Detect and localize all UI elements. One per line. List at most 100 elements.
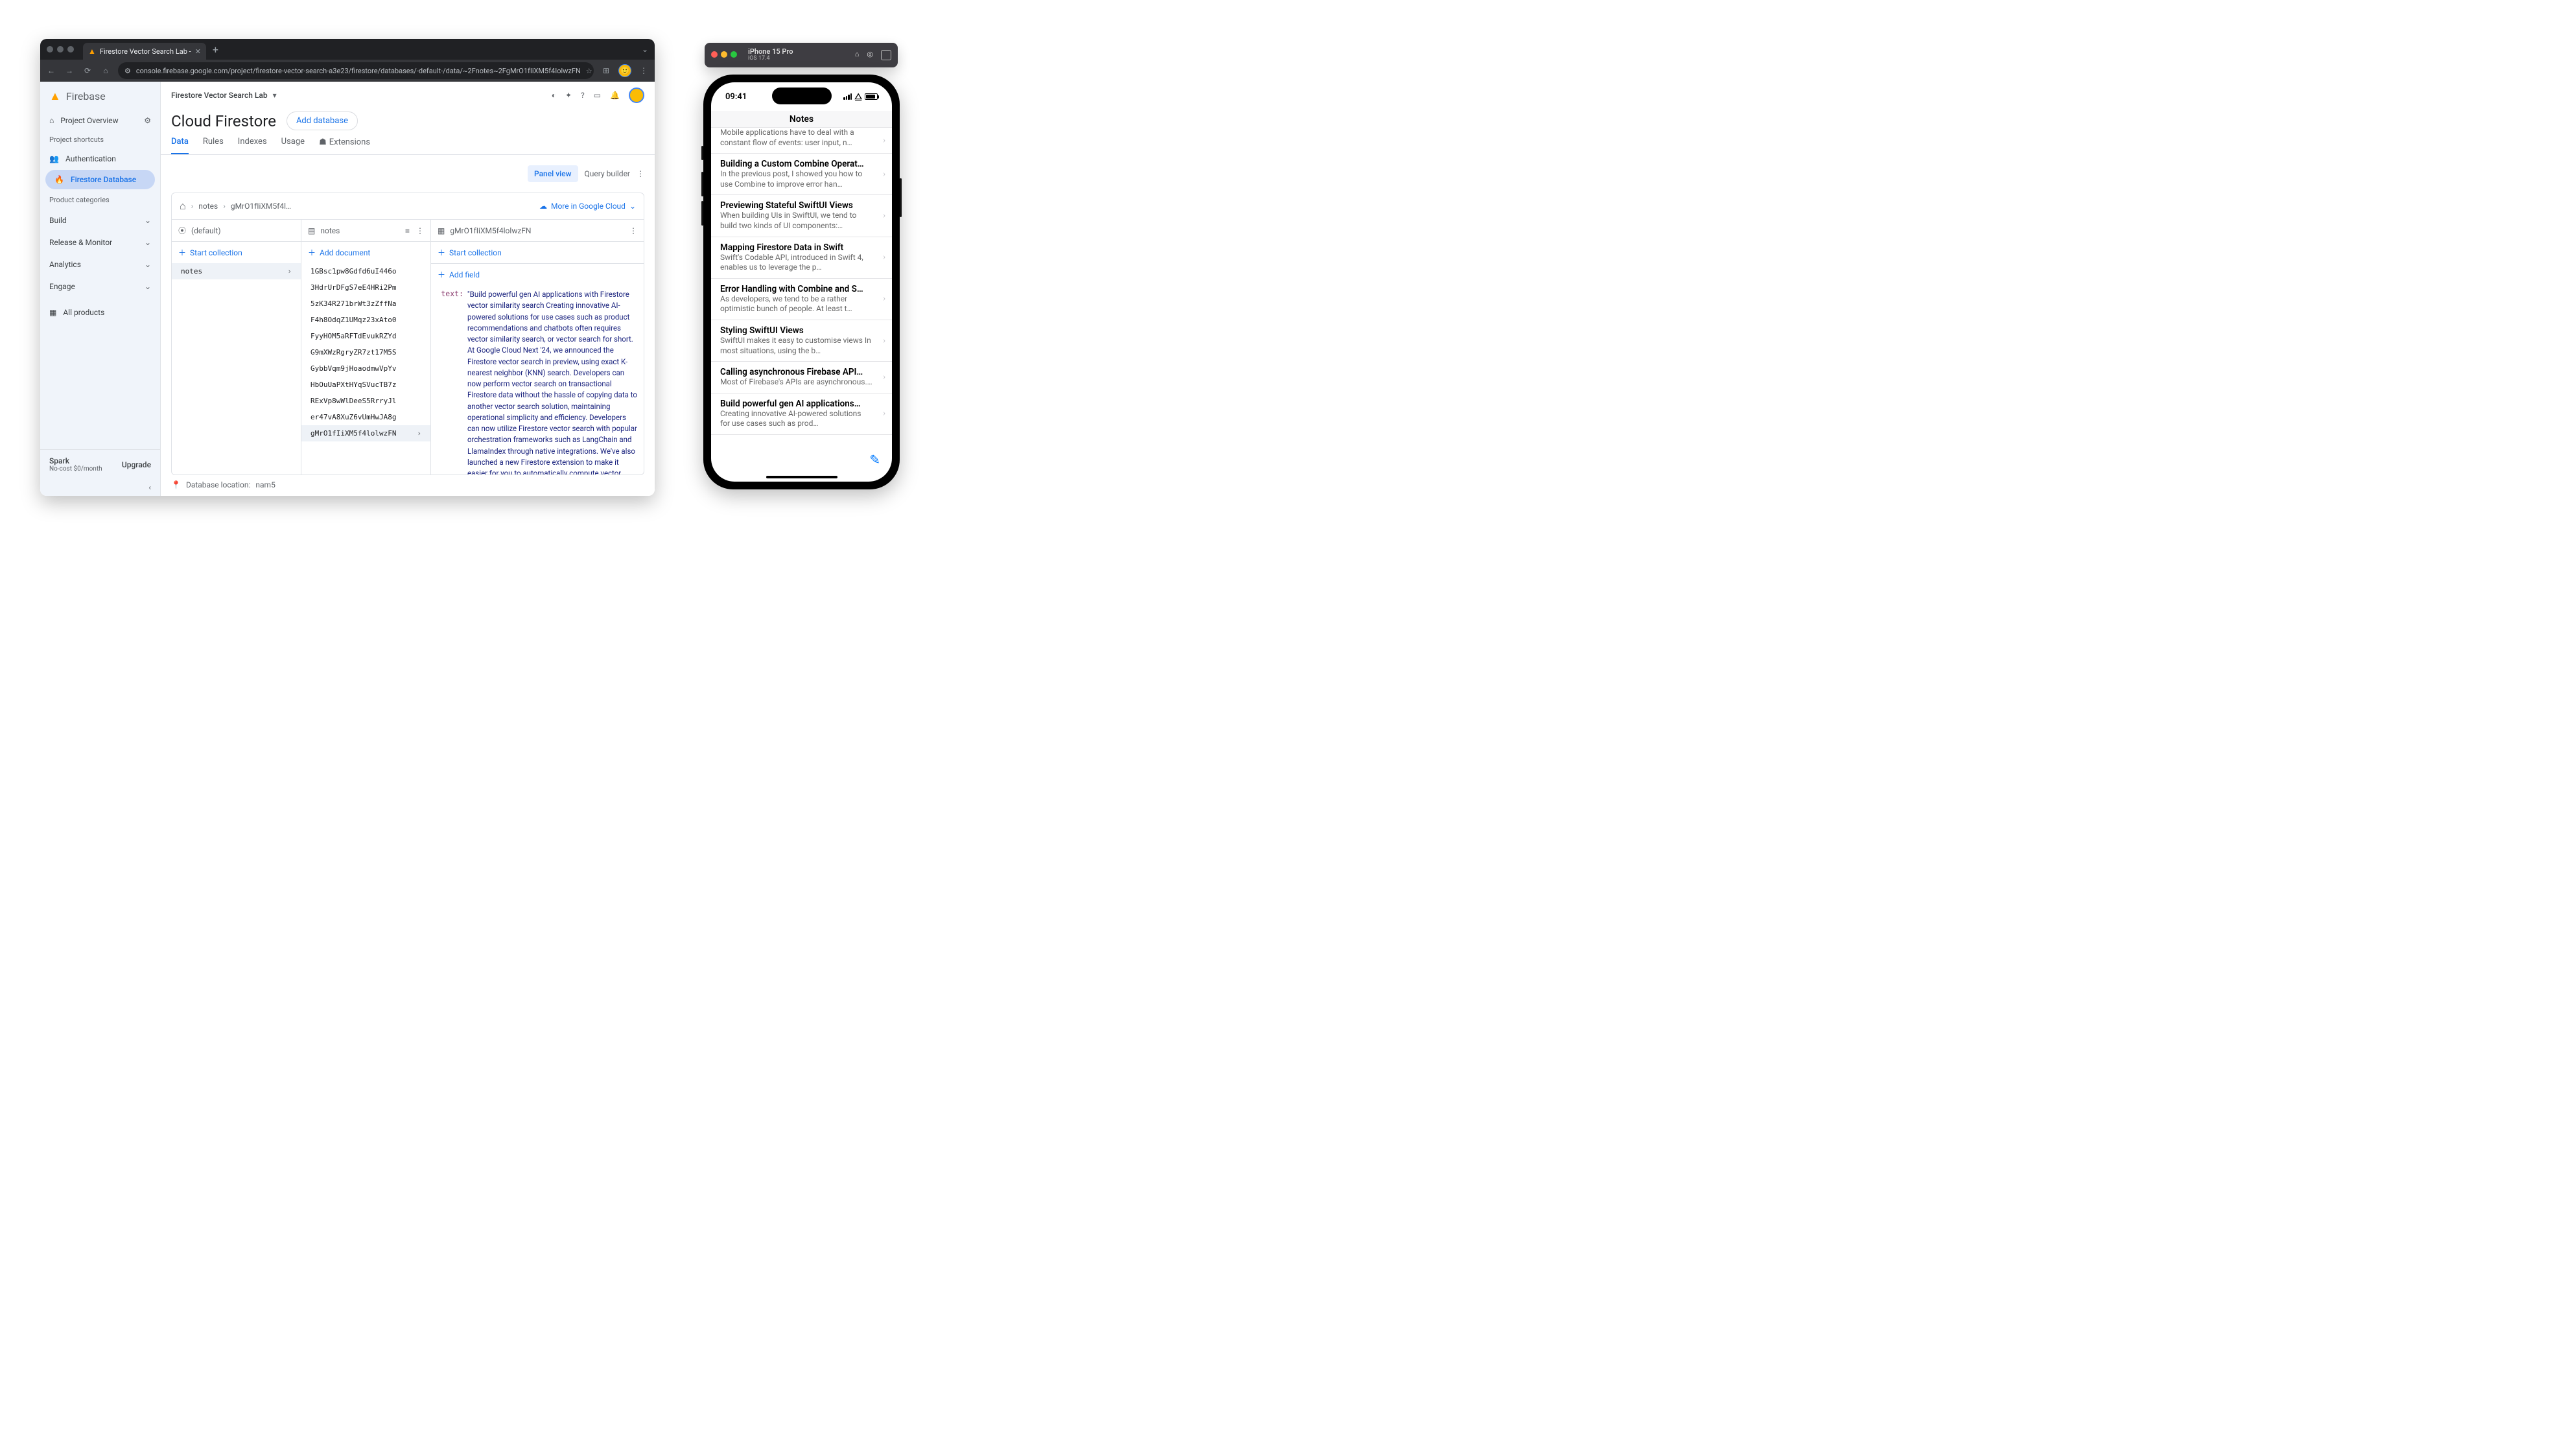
grid-icon: ▦	[49, 308, 56, 317]
simulator-screen-icon[interactable]	[881, 50, 891, 60]
sidebar-category-release[interactable]: Release & Monitor⌄	[40, 231, 160, 253]
document-row[interactable]: RExVp8wWlDeeS5RrryJl	[301, 393, 430, 409]
document-row[interactable]: 5zK34R271brWt3zZffNa	[301, 296, 430, 312]
browser-tabbar: ▲ Firestore Vector Search Lab - ✕ + ⌄	[40, 39, 655, 60]
home-icon[interactable]: ⌂	[100, 66, 111, 75]
chevron-right-icon: ›	[417, 429, 421, 438]
window-traffic-lights[interactable]	[711, 51, 740, 60]
firebase-console: ▲ Firebase ⌂ Project Overview ⚙ Project …	[40, 82, 655, 496]
document-row[interactable]: F4h8OdqZ1UMqz23xAto0	[301, 312, 430, 328]
notifications-icon[interactable]: 🔔	[610, 91, 620, 100]
simulator-screenshot-icon[interactable]: ◎	[867, 50, 873, 60]
document-row[interactable]: er47vA8XuZ6vUmHwJA8g	[301, 409, 430, 425]
breadcrumb-home-icon[interactable]: ⌂	[180, 200, 186, 213]
profile-avatar-icon[interactable]: 🙂	[618, 64, 631, 77]
note-cell[interactable]: Building a Custom Combine Operat…In the …	[711, 154, 892, 195]
address-bar[interactable]: ⚙ console.firebase.google.com/project/fi…	[118, 62, 594, 79]
more-menu-icon[interactable]: ⋮	[629, 226, 637, 235]
panel-view-button[interactable]: Panel view	[528, 165, 578, 182]
more-menu-icon[interactable]: ⋮	[416, 226, 424, 235]
chevron-down-icon: ⌄	[145, 282, 151, 291]
tabbar-chevron-icon[interactable]: ⌄	[635, 45, 655, 54]
home-icon: ⌂	[49, 116, 54, 125]
add-field-button[interactable]: ＋Add field	[431, 264, 644, 285]
sidebar-item-overview[interactable]: ⌂ Project Overview	[49, 116, 119, 125]
firebase-brand[interactable]: ▲ Firebase	[40, 82, 160, 111]
note-cell[interactable]: Build powerful gen AI applications…Creat…	[711, 393, 892, 435]
start-collection-button[interactable]: ＋Start collection	[172, 242, 301, 263]
account-avatar-icon[interactable]	[629, 88, 644, 103]
note-cell[interactable]: Styling SwiftUI ViewsSwiftUI makes it ea…	[711, 320, 892, 362]
tab-extensions[interactable]: ☗Extensions	[319, 137, 370, 154]
document-row[interactable]: gMrO1fIiXM5f4lolwzFN›	[301, 425, 430, 441]
more-in-cloud-link[interactable]: ☁ More in Google Cloud ⌄	[539, 202, 636, 211]
chevron-down-icon[interactable]: ▾	[273, 91, 277, 100]
filter-icon[interactable]: ≡	[405, 226, 410, 235]
phone-screen: 09:41 ⧋ Notes Mobile applications have t…	[711, 82, 892, 482]
note-title: Mapping Firestore Data in Swift	[720, 242, 883, 253]
note-cell[interactable]: Error Handling with Combine and S…As dev…	[711, 279, 892, 320]
tab-data[interactable]: Data	[171, 137, 189, 154]
note-cell[interactable]: Mapping Firestore Data in SwiftSwift's C…	[711, 237, 892, 279]
field-display[interactable]: text: "Build powerful gen AI application…	[431, 285, 644, 474]
breadcrumb-collection[interactable]: notes	[198, 202, 218, 211]
spark-icon[interactable]: ✦	[565, 91, 572, 100]
window-traffic-lights[interactable]	[40, 46, 80, 53]
browser-toolbar: ← → ⟳ ⌂ ⚙ console.firebase.google.com/pr…	[40, 60, 655, 82]
collapse-sidebar-icon[interactable]: ‹	[139, 479, 160, 496]
document-row[interactable]: 3HdrUrDFgS7eE4HRi2Pm	[301, 279, 430, 296]
browser-menu-icon[interactable]: ⋮	[638, 66, 650, 75]
field-key: text:	[438, 289, 463, 471]
project-name[interactable]: Firestore Vector Search Lab	[171, 91, 268, 100]
sidebar-item-authentication[interactable]: 👥 Authentication	[40, 149, 160, 169]
compose-button-icon[interactable]: ✎	[869, 452, 880, 467]
document-id: G9mXWzRgryZR7zt17M5S	[310, 348, 396, 357]
document-row[interactable]: FyyHOM5aRFTdEvukRZYd	[301, 328, 430, 344]
tab-indexes[interactable]: Indexes	[238, 137, 267, 154]
document-row[interactable]: HbOuUaPXtHYqSVucTB7z	[301, 377, 430, 393]
query-builder-button[interactable]: Query builder	[585, 169, 630, 178]
close-tab-icon[interactable]: ✕	[195, 47, 201, 56]
sidebar-item-all-products[interactable]: ▦ All products	[40, 303, 160, 322]
back-icon[interactable]: ←	[45, 66, 57, 75]
theme-icon[interactable]: ◐	[552, 91, 556, 100]
docs-icon[interactable]: ▭	[594, 91, 601, 100]
sidebar-category-engage[interactable]: Engage⌄	[40, 275, 160, 298]
note-cell[interactable]: Previewing Stateful SwiftUI ViewsWhen bu…	[711, 195, 892, 237]
document-row[interactable]: 1GBsc1pw8Gdfd6uI446o	[301, 263, 430, 279]
forward-icon[interactable]: →	[64, 66, 75, 75]
collection-row[interactable]: notes ›	[172, 263, 301, 279]
new-tab-button[interactable]: +	[206, 43, 225, 56]
add-database-button[interactable]: Add database	[287, 111, 358, 130]
upgrade-link[interactable]: Upgrade	[122, 460, 151, 469]
help-icon[interactable]: ?	[581, 91, 585, 100]
breadcrumb-document[interactable]: gMrO1fIiXM5f4l…	[231, 202, 291, 211]
tab-rules[interactable]: Rules	[203, 137, 224, 154]
note-subtitle: In the previous post, I showed you how t…	[720, 169, 883, 189]
site-settings-icon[interactable]: ⚙	[124, 67, 131, 75]
note-cell[interactable]: Calling asynchronous Firebase API…Most o…	[711, 362, 892, 393]
simulator-home-icon[interactable]: ⌂	[855, 50, 860, 60]
add-document-button[interactable]: ＋Add document	[301, 242, 430, 263]
sidebar-category-analytics[interactable]: Analytics⌄	[40, 253, 160, 275]
document-id: RExVp8wWlDeeS5RrryJl	[310, 397, 396, 405]
browser-tab[interactable]: ▲ Firestore Vector Search Lab - ✕	[83, 43, 206, 60]
home-indicator[interactable]	[766, 476, 837, 478]
chevron-right-icon: ›	[883, 336, 885, 345]
tab-usage[interactable]: Usage	[281, 137, 305, 154]
document-row[interactable]: GybbVqm9jHoaodmwVpYv	[301, 360, 430, 377]
sidebar-category-build[interactable]: Build⌄	[40, 209, 160, 231]
start-subcollection-button[interactable]: ＋Start collection	[431, 242, 644, 263]
more-menu-icon[interactable]: ⋮	[637, 169, 644, 178]
console-topbar: Firestore Vector Search Lab ▾ ◐ ✦ ? ▭ 🔔	[161, 82, 655, 109]
extensions-icon[interactable]: ⊞	[600, 66, 612, 75]
reload-icon[interactable]: ⟳	[82, 66, 93, 75]
notes-list[interactable]: Mobile applications have to deal with a …	[711, 128, 892, 482]
document-row[interactable]: G9mXWzRgryZR7zt17M5S	[301, 344, 430, 360]
sidebar-item-firestore[interactable]: 🔥 Firestore Database	[45, 170, 155, 189]
settings-gear-icon[interactable]: ⚙	[144, 116, 151, 125]
bookmark-star-icon[interactable]: ☆	[586, 67, 592, 75]
chevron-right-icon: ›	[883, 372, 885, 382]
note-cell[interactable]: Mobile applications have to deal with a …	[711, 128, 892, 154]
note-subtitle: When building UIs in SwiftUI, we tend to…	[720, 211, 883, 231]
